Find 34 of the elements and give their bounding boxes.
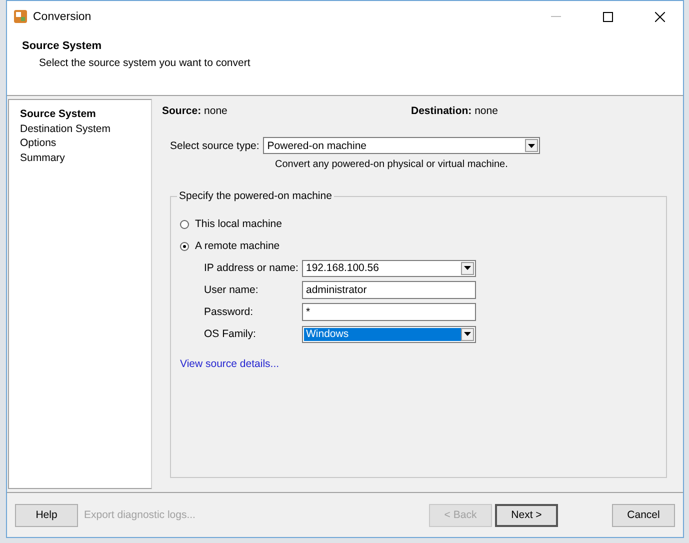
window-title: Conversion (33, 10, 92, 22)
help-button[interactable]: Help (15, 504, 78, 526)
field-label: OS Family: (204, 328, 257, 340)
summary-label: Source: (162, 105, 202, 117)
nav-button[interactable]: Next > (495, 504, 558, 526)
radio-button[interactable] (180, 242, 189, 250)
field-label: Password: (204, 306, 254, 318)
source-type-label: Select source type: (170, 140, 260, 152)
source-type-description: Convert any powered-on physical or virtual machine. (275, 159, 509, 170)
view-details-link[interactable]: View source details... (180, 358, 280, 370)
input-field[interactable]: administrator (302, 281, 476, 299)
step-item[interactable]: Summary (20, 152, 151, 166)
combo-field[interactable]: Windows (302, 326, 476, 342)
cancel-button[interactable]: Cancel (612, 504, 675, 526)
field-label: IP address or name: (204, 262, 300, 274)
close-icon[interactable] (655, 12, 665, 22)
group-legend: Specify the powered-on machine (177, 190, 334, 202)
source-type-dropdown[interactable]: Powered-on machine (263, 137, 540, 154)
summary-value: none (204, 105, 228, 117)
step-item[interactable]: Source System (20, 108, 151, 122)
radio-label[interactable]: This local machine (195, 218, 282, 230)
combo-field[interactable]: 192.168.100.56 (302, 260, 476, 276)
input-field[interactable]: * (302, 303, 476, 321)
maximize-icon[interactable] (603, 12, 613, 22)
step-item[interactable]: Destination System (20, 122, 151, 137)
page-title: Source System (22, 40, 102, 52)
app-icon (14, 10, 27, 23)
page-subtitle: Select the source system you want to convert (39, 57, 252, 69)
field-label: User name: (204, 284, 260, 296)
summary-label: Destination: (411, 105, 472, 117)
summary-value: none (474, 105, 498, 117)
radio-button[interactable] (180, 220, 189, 228)
step-item[interactable]: Options (20, 137, 151, 152)
radio-label[interactable]: A remote machine (195, 240, 280, 252)
